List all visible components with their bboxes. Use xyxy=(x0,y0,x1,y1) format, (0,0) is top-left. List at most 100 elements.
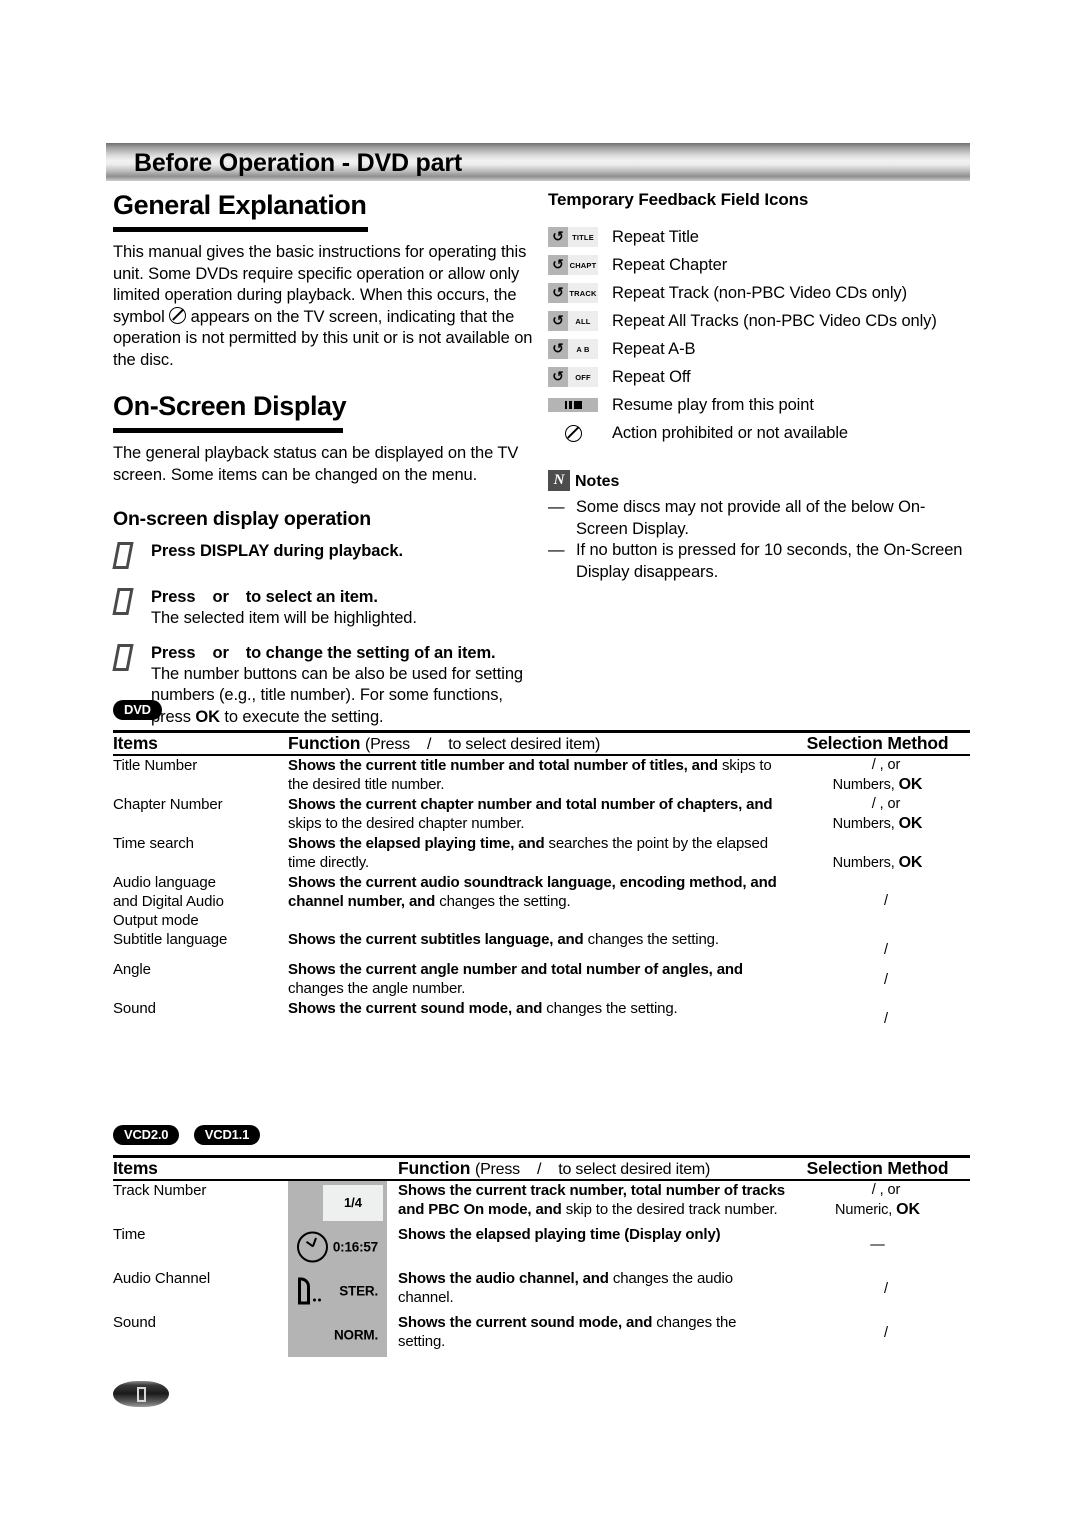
vcd-table-header-row: Items Function (Press / to select desired … xyxy=(113,1158,970,1179)
repeat-off-tag: OFF xyxy=(568,367,598,387)
table-row: Time 0:16:57 Shows the elapsed playing t… xyxy=(113,1224,970,1269)
vcd-row-function-bold: Shows the current sound mode, and xyxy=(398,1313,653,1331)
dvd-row-selection: / xyxy=(785,999,970,1029)
step-2-title-b: or xyxy=(212,588,229,606)
step-number-1-glyph xyxy=(112,542,134,569)
pause-bar-left xyxy=(564,401,567,409)
dvd-row-function: Shows the current subtitles language, an… xyxy=(288,930,785,960)
feedback-row-repeat-title: ↺ TITLE Repeat Title xyxy=(548,226,972,248)
dvd-row-sel-line2: Numbers, xyxy=(832,776,899,793)
step-3-title-b: or xyxy=(212,643,229,662)
feedback-row-repeat-all: ↺ ALL Repeat All Tracks (non-PBC Video C… xyxy=(548,310,972,332)
repeat-track-icon: ↺ TRACK xyxy=(548,283,598,303)
manual-page: Before Operation - DVD part General Expl… xyxy=(0,0,1080,1528)
note-dash: — xyxy=(548,541,565,559)
repeat-title-icon: ↺ TITLE xyxy=(548,227,598,247)
dvd-row-item: Subtitle language xyxy=(113,930,228,948)
repeat-symbol-icon: ↺ xyxy=(548,283,568,303)
osd-time-value: 0:16:57 xyxy=(332,1239,378,1255)
dvd-row-selection: / xyxy=(785,930,970,960)
action-prohibited-icon xyxy=(548,423,598,443)
step-number-3-glyph xyxy=(112,643,134,671)
vcd-row-function: Shows the current sound mode, and change… xyxy=(398,1313,785,1357)
dvd-row-function-norm: changes the setting. xyxy=(587,930,719,948)
dvd-row-selection: / , or Numbers, OK xyxy=(785,756,970,795)
dvd-row-function-bold: Shows the current angle number and total… xyxy=(288,960,743,978)
clock-icon xyxy=(297,1231,328,1263)
general-explanation-heading: General Explanation xyxy=(113,190,367,220)
osd-audio-value: STER. xyxy=(339,1283,378,1299)
action-prohibited-label: Action prohibited or not available xyxy=(612,424,849,442)
step-3-title-c: to change the setting of an item. xyxy=(245,643,496,662)
vcd-section: VCD2.0 VCD1.1 Items Function (Press / to s… xyxy=(113,1125,970,1357)
dvd-header-function-bold: Function xyxy=(288,733,361,753)
dvd-row-sel-line1: / xyxy=(884,1010,888,1027)
vcd-row-function-bold: Shows the audio channel, and xyxy=(398,1269,609,1287)
dvd-row-sel-line1: / xyxy=(884,892,888,909)
vcd-row-item: Audio Channel xyxy=(113,1269,211,1287)
dvd-row-function: Shows the elapsed playing time, and sear… xyxy=(288,834,785,873)
step-number-2-glyph xyxy=(112,588,134,615)
osd-time-icon: 0:16:57 xyxy=(288,1224,387,1269)
repeat-off-icon: ↺ OFF xyxy=(548,367,598,387)
vcd-row-function: Shows the audio channel, and changes the… xyxy=(398,1269,785,1313)
dvd-section: DVD Items Function (Press / to select desi… xyxy=(113,700,970,1029)
repeat-ab-tag: A B xyxy=(568,339,598,359)
dvd-header-function-slash: / xyxy=(426,736,432,753)
feedback-row-resume: Resume play from this point xyxy=(548,394,972,416)
repeat-symbol-icon: ↺ xyxy=(548,367,568,387)
prohibited-circle-slash-icon xyxy=(564,424,582,442)
step-2-title: Press or to select an item. xyxy=(151,587,541,608)
dvd-row-sel-line1: / , or xyxy=(871,756,901,773)
dvd-row-selection: / , or Numbers, OK xyxy=(785,795,970,834)
feedback-row-repeat-off: ↺ OFF Repeat Off xyxy=(548,366,972,388)
dvd-row-function: Shows the current sound mode, and change… xyxy=(288,999,785,1029)
vcd-row-selection: / , or Numeric, OK xyxy=(785,1181,970,1225)
note-text: Some discs may not provide all of the be… xyxy=(576,498,926,538)
step-2-title-c: to select an item. xyxy=(245,588,378,606)
vcd-header-selection: Selection Method xyxy=(806,1158,949,1178)
repeat-title-tag: TITLE xyxy=(568,227,598,247)
dvd-row-function: Shows the current audio soundtrack langu… xyxy=(288,873,785,930)
dvd-header-function-rest-b: to select desired item) xyxy=(448,736,601,753)
dvd-row-sel-line1: / , or xyxy=(871,795,901,812)
dvd-row-sel-ok: OK xyxy=(898,853,923,871)
vcd-row-function: Shows the elapsed playing time (Display … xyxy=(398,1225,785,1269)
dvd-row-item: Time search xyxy=(113,834,194,852)
dvd-row-function-norm: changes the setting. xyxy=(546,999,678,1017)
dvd-row-selection: Numbers, OK xyxy=(785,834,970,873)
vcd-row-sel-line1: — xyxy=(870,1236,885,1253)
vcd-row-sel-line2: Numeric, xyxy=(835,1201,897,1218)
vcd-row-function-bold: Shows the elapsed playing time (Display … xyxy=(398,1225,721,1243)
disc-badge-vcd20: VCD2.0 xyxy=(113,1125,180,1145)
step-3-title: Press or to change the setting of an item. xyxy=(151,643,541,664)
notes-header: N Notes xyxy=(548,470,972,491)
table-row: Title Number Shows the current title num… xyxy=(113,756,970,795)
table-row: Audio language and Digital Audio Output mo… xyxy=(113,873,970,930)
repeat-chapter-tag: CHAPT xyxy=(568,255,598,275)
resume-play-label: Resume play from this point xyxy=(612,396,814,414)
dvd-spec-table: Items Function (Press / to select desired … xyxy=(113,733,970,1029)
vcd-header-function-slash: / xyxy=(536,1161,542,1178)
vcd-row-item: Track Number xyxy=(113,1181,207,1199)
on-screen-display-paragraph: The general playback status can be displ… xyxy=(113,444,519,484)
vcd-row-osd-cell: 0:16:57 xyxy=(288,1224,398,1269)
dvd-row-function-bold: Shows the elapsed playing time, and xyxy=(288,834,545,852)
osd-sound-icon: NORM. xyxy=(288,1312,387,1357)
on-screen-display-operation-heading: On-screen display operation xyxy=(113,508,371,530)
repeat-track-label: Repeat Track (non-PBC Video CDs only) xyxy=(612,284,907,302)
dvd-row-function-bold: Shows the current title number and total… xyxy=(288,756,718,774)
repeat-all-icon: ↺ ALL xyxy=(548,311,598,331)
vcd-row-sel-line1: / xyxy=(884,1280,888,1297)
vcd-row-item: Sound xyxy=(113,1313,156,1331)
dvd-header-function: Function (Press / to select desired item) xyxy=(288,733,785,754)
vcd-row-selection: / xyxy=(785,1313,970,1357)
repeat-off-label: Repeat Off xyxy=(612,368,691,386)
vcd-row-osd-cell: 1/4 xyxy=(288,1180,398,1225)
repeat-ab-label: Repeat A-B xyxy=(612,340,696,358)
repeat-chapter-icon: ↺ CHAPT xyxy=(548,255,598,275)
dvd-row-function-bold: Shows the current subtitles language, an… xyxy=(288,930,584,948)
dvd-header-selection: Selection Method xyxy=(806,733,949,753)
vcd-header-items: Items xyxy=(113,1158,158,1178)
left-column: General Explanation This manual gives th… xyxy=(112,190,541,741)
